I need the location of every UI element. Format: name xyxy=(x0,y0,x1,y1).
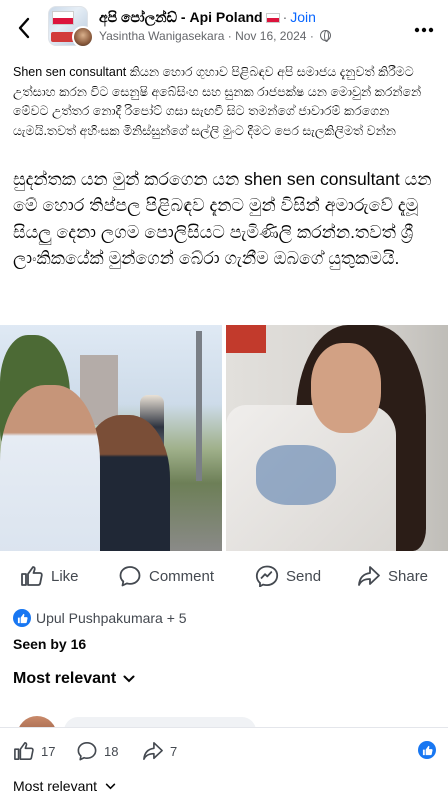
globe-icon xyxy=(320,30,332,42)
thumbs-up-icon xyxy=(21,566,43,586)
bottom-share-count[interactable]: 7 xyxy=(142,740,177,762)
photo-face xyxy=(311,343,381,433)
post-photos xyxy=(0,325,448,551)
chevron-down-icon xyxy=(123,675,135,683)
sort-label: Most relevant xyxy=(13,778,98,794)
thumbs-up-icon xyxy=(14,742,34,760)
author-line: Yasintha Wanigasekara · Nov 16, 2024 · xyxy=(99,29,332,43)
post-date[interactable]: Nov 16, 2024 xyxy=(235,29,306,43)
group-avatar-stack[interactable] xyxy=(48,6,94,48)
group-name[interactable]: අපි පෝලන්ඩ් - Api Poland xyxy=(99,9,263,25)
like-button[interactable]: Like xyxy=(20,563,79,589)
photo-two-men-street[interactable] xyxy=(0,325,222,551)
comment-button[interactable]: Comment xyxy=(118,563,214,589)
seen-count[interactable]: Seen by 16 xyxy=(13,636,86,652)
separator: · xyxy=(227,29,232,43)
reaction-summary[interactable]: Upul Pushpakumara + 5 xyxy=(13,607,187,629)
sort-label: Most relevant xyxy=(13,670,117,687)
post-header: අපි පෝලන්ඩ් - Api Poland · Join Yasintha W… xyxy=(0,0,448,56)
post-highlight-text: සුදන්තක යන මුන් කරගෙන යන shen sen consul… xyxy=(13,169,432,269)
comment-bubble-icon xyxy=(119,566,141,587)
messenger-icon xyxy=(255,565,279,587)
like-label: Like xyxy=(51,567,79,585)
bottom-bar: 17 18 7 Most relevant xyxy=(0,727,448,799)
photo-red-object xyxy=(226,325,266,353)
share-button[interactable]: Share xyxy=(357,563,428,589)
like-count: 17 xyxy=(41,743,56,759)
post-action-bar: Like Comment Send Share xyxy=(0,555,448,597)
share-arrow-icon xyxy=(143,742,163,760)
photo-traffic-pole xyxy=(196,331,202,481)
group-title-line: අපි පෝලන්ඩ් - Api Poland · Join xyxy=(99,9,316,26)
photo-man-left xyxy=(0,385,100,551)
photo-woman-selfie[interactable] xyxy=(226,325,448,551)
bottom-like-count[interactable]: 17 xyxy=(13,740,55,762)
poland-flag-emoji-icon xyxy=(265,13,280,24)
author-name[interactable]: Yasintha Wanigasekara xyxy=(99,29,224,43)
like-reaction-icon[interactable] xyxy=(418,741,436,759)
share-label: Share xyxy=(388,567,429,585)
author-avatar[interactable] xyxy=(72,26,94,48)
reaction-names: Upul Pushpakumara + 5 xyxy=(36,610,187,626)
more-options-icon[interactable] xyxy=(414,16,434,39)
bottom-comment-count[interactable]: 18 xyxy=(76,740,118,762)
poland-flag-icon xyxy=(52,11,74,25)
separator: · xyxy=(309,29,314,43)
share-arrow-icon xyxy=(358,566,380,586)
back-chevron-icon[interactable] xyxy=(14,14,34,42)
post-caption: Shen sen consultant කියන හොර ගුහාව පිළිබ… xyxy=(13,65,422,138)
comment-label: Comment xyxy=(149,567,215,585)
separator: · xyxy=(282,9,288,25)
comment-sort-dropdown[interactable]: Most relevant xyxy=(13,670,135,688)
bottom-sort-dropdown[interactable]: Most relevant xyxy=(13,778,116,794)
comment-count: 18 xyxy=(104,743,119,759)
join-button[interactable]: Join xyxy=(290,9,316,25)
send-button[interactable]: Send xyxy=(255,563,321,589)
share-count: 7 xyxy=(170,743,178,759)
like-reaction-icon xyxy=(13,609,31,627)
photo-shirt-print xyxy=(256,445,336,505)
send-label: Send xyxy=(286,567,322,585)
comment-bubble-icon xyxy=(77,742,97,761)
chevron-down-icon xyxy=(105,783,116,789)
